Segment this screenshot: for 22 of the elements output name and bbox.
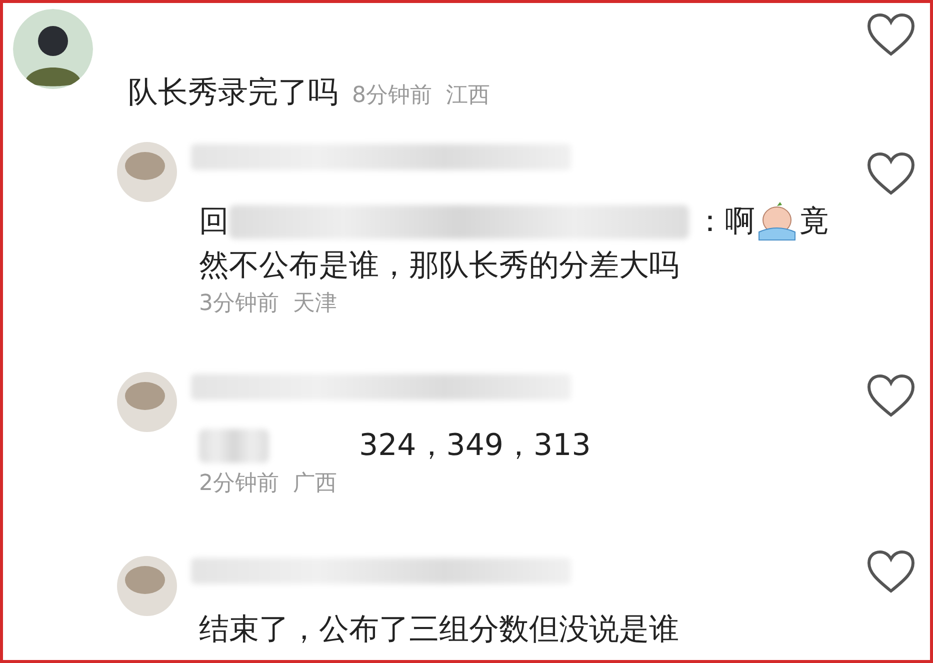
comment-time: 2分钟前 [199,470,279,498]
comment-text: 回 [199,202,229,241]
avatar[interactable] [13,9,93,89]
comment-time: 3分钟前 [199,290,279,318]
heart-icon[interactable] [866,152,916,196]
comment-location: 江西 [446,82,490,110]
heart-icon[interactable] [866,374,916,418]
comment-text: 队长秀录完了吗 [128,74,338,112]
blurred-avatar[interactable] [115,140,179,204]
comment-location: 天津 [293,290,337,318]
comment-location: 广西 [293,470,337,498]
comment-time: 8分钟前 [352,82,432,110]
heart-icon[interactable] [866,550,916,594]
comment-text: 然不公布是谁，那队长秀的分差大吗 [199,246,679,285]
blurred-avatar[interactable] [115,370,179,434]
comment-text: ：啊 [695,202,755,241]
comment-text: 竟 [799,202,829,241]
heart-icon[interactable] [866,13,916,57]
comment-text: 结束了，公布了三组分数但没说是谁 [199,611,679,650]
blurred-text [199,428,269,463]
comment-text: 324，349，313 [359,426,591,465]
blurred-avatar[interactable] [115,554,179,618]
